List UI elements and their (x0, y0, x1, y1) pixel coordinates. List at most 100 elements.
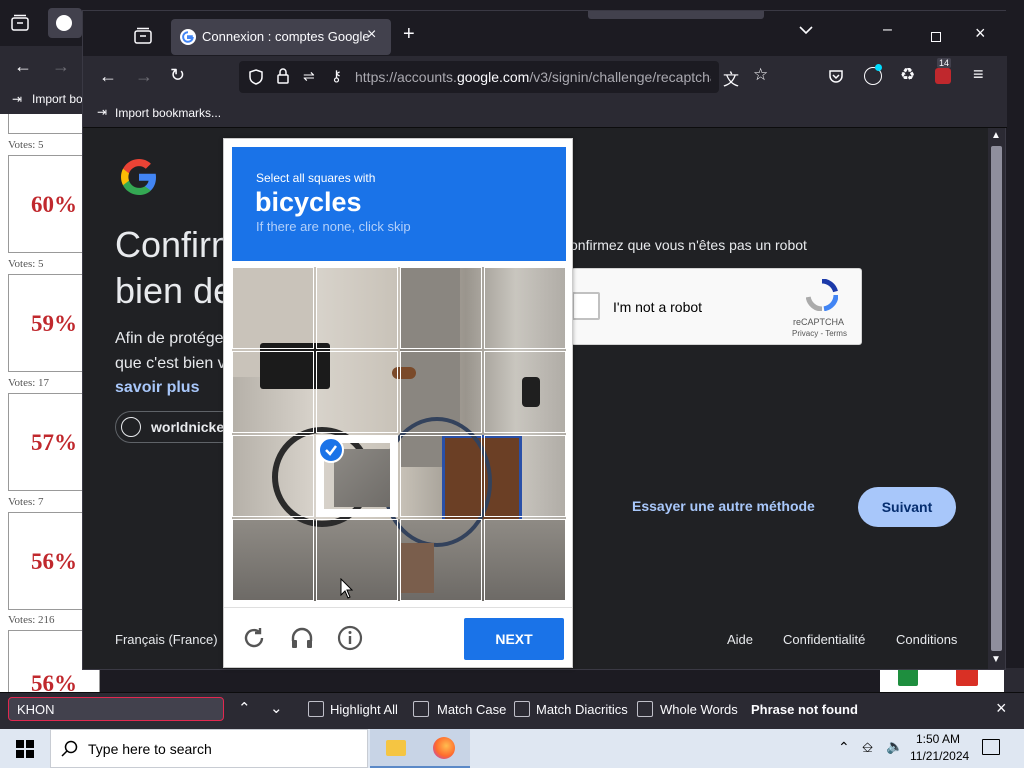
account-avatar-icon (121, 417, 141, 437)
language-selector[interactable]: Français (France) (115, 632, 218, 647)
find-previous-icon[interactable]: ⌃ (238, 699, 251, 717)
grid-tile[interactable] (400, 351, 482, 433)
grid-tile[interactable] (484, 351, 566, 433)
grid-tile[interactable] (316, 519, 398, 601)
account-icon[interactable] (864, 64, 882, 85)
match-diacritics-checkbox[interactable] (514, 701, 530, 717)
grid-tile[interactable] (316, 351, 398, 433)
challenge-footer: NEXT (224, 607, 572, 667)
recaptcha-checkbox[interactable] (572, 292, 600, 320)
extensions-icon[interactable]: ♻ (900, 65, 915, 85)
footer-privacy-link[interactable]: Confidentialité (783, 632, 865, 647)
taskbar-firefox[interactable] (420, 729, 470, 768)
taskbar-file-explorer[interactable] (370, 729, 420, 768)
app-menu-icon[interactable]: ≡ (973, 64, 984, 85)
tab-overview-icon[interactable] (10, 14, 30, 32)
highlight-all-checkbox[interactable] (308, 701, 324, 717)
tab-overview-icon[interactable] (133, 27, 153, 45)
permissions-icon[interactable]: ⇌ (303, 68, 315, 85)
url-text[interactable]: https://accounts.google.com/v3/signin/ch… (355, 69, 711, 85)
forward-arrow-icon[interactable]: → (135, 66, 153, 87)
bookmark-star-icon[interactable]: ☆ (753, 65, 768, 85)
grid-tile[interactable] (400, 267, 482, 349)
import-bookmarks-link[interactable]: Import bookmarks... (115, 106, 221, 120)
match-case-checkbox[interactable] (413, 701, 429, 717)
tracking-shield-icon[interactable] (249, 69, 263, 85)
robot-instruction: onfirmez que vous n'êtes pas un robot (570, 237, 807, 253)
grid-tile[interactable] (484, 519, 566, 601)
grid-tile[interactable] (232, 435, 314, 517)
reload-challenge-icon[interactable] (242, 626, 266, 650)
grid-tile[interactable] (232, 351, 314, 433)
footer-help-link[interactable]: Aide (727, 632, 753, 647)
taskbar-search-box[interactable]: Type here to search (50, 729, 368, 768)
recaptcha-privacy-terms[interactable]: Privacy - Terms (792, 329, 847, 338)
windows-taskbar: Type here to search ⌃ ⎒ 🔈 1:50 AM 11/21/… (0, 729, 1024, 768)
grid-tile[interactable] (484, 267, 566, 349)
page-body-line2: que c'est bien v (115, 355, 226, 372)
addon-icon[interactable]: 14 (935, 58, 952, 84)
recaptcha-widget: I'm not a robot reCAPTCHA Privacy - Term… (571, 268, 862, 345)
reload-icon[interactable]: ↻ (170, 65, 185, 86)
windows-start-icon[interactable] (16, 740, 34, 758)
background-bookmark-label[interactable]: Import bo (32, 92, 83, 106)
key-icon[interactable]: ⚷ (331, 67, 342, 85)
pocket-icon[interactable] (828, 68, 844, 84)
close-window-icon[interactable]: × (975, 23, 986, 44)
notifications-icon[interactable] (982, 739, 1000, 755)
clock-time[interactable]: 1:50 AM (916, 732, 960, 746)
scroll-down-arrow-icon[interactable]: ▼ (991, 654, 1001, 665)
back-arrow-icon[interactable]: ← (14, 56, 32, 77)
tray-overflow-icon[interactable]: ⌃ (838, 739, 850, 756)
network-icon[interactable]: ⎒ (862, 739, 873, 756)
recaptcha-brand: reCAPTCHA (793, 317, 845, 327)
whole-words-checkbox[interactable] (637, 701, 653, 717)
grid-tile[interactable] (400, 519, 482, 601)
back-arrow-icon[interactable]: ← (99, 66, 117, 87)
highlight-all-label: Highlight All (330, 702, 398, 717)
find-next-icon[interactable]: ⌄ (270, 699, 283, 717)
help-info-icon[interactable] (337, 625, 363, 651)
grid-tile[interactable] (232, 519, 314, 601)
poll-votes: Votes: 5 (8, 139, 44, 151)
new-tab-icon[interactable]: + (403, 23, 415, 46)
volume-icon[interactable]: 🔈 (886, 738, 903, 755)
challenge-header: Select all squares with bicycles If ther… (232, 147, 566, 261)
minimize-icon[interactable]: – (883, 21, 892, 39)
account-email: worldnicke (151, 419, 225, 435)
list-all-tabs-icon[interactable] (799, 25, 813, 35)
challenge-prompt: Select all squares with (256, 171, 376, 185)
poll-percent: 57% (31, 430, 77, 455)
scrollbar-thumb[interactable] (991, 146, 1002, 651)
tab-google-signin[interactable]: Connexion : comptes Google × (171, 19, 391, 55)
background-scroll-down[interactable] (1004, 668, 1024, 692)
next-button[interactable]: Suivant (858, 487, 956, 527)
grid-tile[interactable] (232, 267, 314, 349)
grid-tile[interactable] (316, 267, 398, 349)
page-scrollbar[interactable]: ▲ ▼ (988, 128, 1005, 669)
url-bar[interactable]: ⇌ ⚷ https://accounts.google.com/v3/signi… (239, 61, 719, 93)
grid-tile[interactable] (400, 435, 482, 517)
find-input[interactable]: KHON (8, 697, 224, 721)
learn-more-link[interactable]: savoir plus (115, 379, 199, 397)
poll-votes: Votes: 17 (8, 377, 50, 389)
maximize-icon[interactable] (931, 32, 941, 42)
find-status: Phrase not found (751, 702, 858, 717)
mouse-cursor-icon (340, 578, 354, 600)
try-another-way-button[interactable]: Essayer une autre méthode (632, 498, 815, 514)
scroll-up-arrow-icon[interactable]: ▲ (991, 130, 1001, 141)
background-nav-bar: ← → (0, 46, 90, 86)
close-find-bar-icon[interactable]: × (996, 698, 1007, 719)
forward-arrow-icon[interactable]: → (52, 56, 70, 77)
challenge-next-button[interactable]: NEXT (464, 618, 564, 660)
file-explorer-icon (386, 740, 406, 756)
audio-challenge-icon[interactable] (289, 625, 315, 651)
clock-date[interactable]: 11/21/2024 (910, 749, 969, 763)
lock-icon[interactable] (277, 68, 289, 84)
grid-tile[interactable] (484, 435, 566, 517)
close-tab-icon[interactable]: × (367, 26, 376, 44)
grid-tile-selected[interactable] (316, 435, 398, 517)
translate-icon[interactable]: 文 (723, 66, 739, 90)
footer-terms-link[interactable]: Conditions (896, 632, 957, 647)
background-tab[interactable] (48, 8, 82, 38)
